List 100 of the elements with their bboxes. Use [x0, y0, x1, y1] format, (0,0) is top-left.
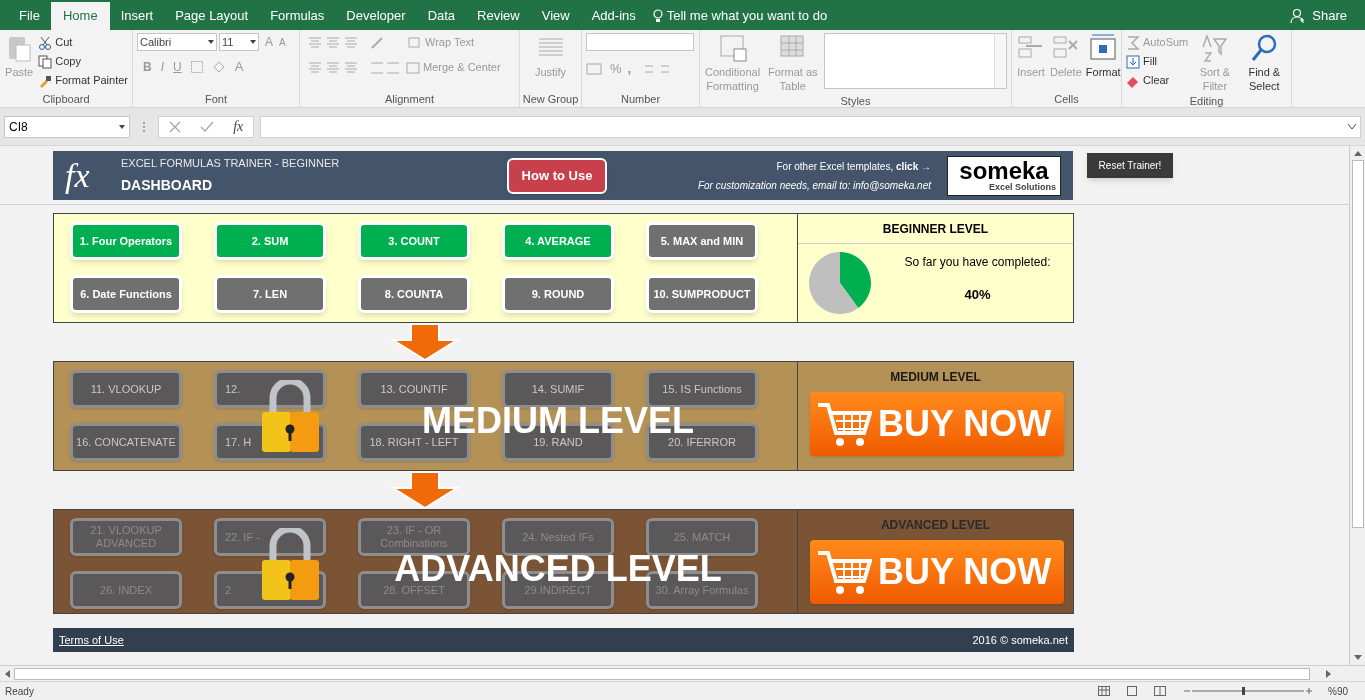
- lesson-button[interactable]: 14. SUMIF: [502, 370, 614, 408]
- zoom-slider-icon: [1182, 686, 1312, 696]
- lesson-button[interactable]: 16. CONCATENATE: [70, 423, 182, 461]
- menu-tab[interactable]: Developer: [335, 2, 417, 30]
- check-icon: [199, 120, 214, 133]
- menu-tab[interactable]: Review: [466, 2, 531, 30]
- lesson-button[interactable]: 11. VLOOKUP: [70, 370, 182, 408]
- underline-button[interactable]: U: [173, 57, 182, 76]
- reset-button[interactable]: Reset Trainer!: [1087, 153, 1173, 178]
- lesson-button[interactable]: 4. AVERAGE: [502, 222, 614, 260]
- styles-gallery[interactable]: [824, 33, 1007, 89]
- font-name-dropdown[interactable]: Calibri: [137, 33, 217, 51]
- ribbon-button[interactable]: Delete: [1050, 65, 1082, 79]
- share-button[interactable]: Share: [1312, 6, 1347, 26]
- ribbon-button[interactable]: Clear: [1143, 72, 1170, 89]
- menu-tab[interactable]: Formulas: [259, 2, 336, 30]
- lesson-button[interactable]: 6. Date Functions: [70, 275, 182, 313]
- menu-tab[interactable]: Data: [416, 2, 467, 30]
- ribbon-button[interactable]: Paste: [5, 65, 34, 79]
- percent-button[interactable]: %: [610, 59, 622, 79]
- group-label: New Group: [522, 91, 579, 107]
- scroll-right-icon: [1326, 669, 1332, 678]
- ribbon-button[interactable]: Fill: [1143, 53, 1158, 70]
- menu-tab[interactable]: Add-ins: [580, 2, 647, 30]
- level-title: ADVANCED LEVEL: [880, 517, 991, 534]
- lesson-button[interactable]: 7. LEN: [214, 275, 326, 313]
- buy-now-button[interactable]: BUY NOW: [810, 540, 1064, 604]
- ribbon-button[interactable]: Cut: [55, 34, 73, 51]
- scroll-thumb[interactable]: [1351, 160, 1364, 528]
- group-label: Alignment: [385, 91, 434, 107]
- brand-name: someka: [959, 159, 1049, 183]
- ribbon-button[interactable]: Wrap Text: [425, 34, 475, 51]
- lesson-button[interactable]: 5. MAX and MIN: [646, 222, 758, 260]
- terms-link[interactable]: Terms of Use: [59, 631, 124, 649]
- lesson-button[interactable]: 3. COUNT: [358, 222, 470, 260]
- align-right-icon: [344, 60, 358, 75]
- horizontal-scrollbar[interactable]: [0, 665, 1365, 681]
- name-box[interactable]: CI8: [4, 115, 130, 138]
- menu-tab[interactable]: File: [8, 2, 51, 30]
- page-break-icon: [1154, 686, 1166, 696]
- ribbon-button[interactable]: Conditional Formatting: [704, 65, 762, 93]
- lightbulb-icon: [652, 9, 663, 23]
- vertical-scrollbar[interactable]: [1349, 146, 1365, 665]
- brush-icon: [38, 73, 53, 88]
- menu-tab[interactable]: Home: [50, 2, 110, 30]
- normal-view-icon: [1098, 686, 1110, 696]
- italic-button[interactable]: I: [160, 57, 164, 76]
- lesson-button[interactable]: 10. SUMPRODUCT: [646, 275, 758, 313]
- ribbon-button[interactable]: Merge & Center: [423, 59, 501, 76]
- align-left-icon: [308, 60, 322, 75]
- ribbon-button[interactable]: Find & Select: [1241, 65, 1287, 93]
- how-to-use-button[interactable]: How to Use: [507, 157, 607, 194]
- buy-now-button[interactable]: BUY NOW: [810, 392, 1064, 456]
- logo-text: fx: [65, 158, 91, 193]
- ribbon-button[interactable]: Copy: [55, 53, 81, 70]
- scroll-left-icon: [4, 669, 10, 678]
- ribbon-button[interactable]: Sort & Filter: [1192, 65, 1238, 93]
- caret-icon: [250, 40, 256, 44]
- ribbon-button[interactable]: AutoSum: [1143, 34, 1189, 51]
- padlock-icon: [259, 380, 321, 453]
- sigma-icon: [1126, 35, 1140, 50]
- page-layout-icon: [1126, 686, 1138, 696]
- grow-font-button[interactable]: A: [265, 33, 273, 51]
- menu-tab[interactable]: Insert: [109, 2, 165, 30]
- number-format-dropdown[interactable]: [586, 33, 694, 51]
- sort-filter-icon: [1199, 33, 1230, 63]
- formula-input[interactable]: [260, 115, 1361, 138]
- progress-text: So far you have completed:: [904, 254, 1051, 272]
- lesson-button[interactable]: 2. SUM: [214, 222, 326, 260]
- shrink-font-button[interactable]: A: [279, 34, 286, 50]
- menu-tab[interactable]: Page Layout: [164, 2, 260, 30]
- ribbon-button[interactable]: Insert: [1017, 65, 1045, 79]
- font-color-button[interactable]: A: [234, 57, 244, 77]
- progress-percent: 40%: [964, 286, 991, 305]
- format-cells-icon: [1088, 33, 1119, 63]
- zoom-level[interactable]: %90: [1328, 683, 1348, 699]
- borders-icon: [190, 60, 203, 73]
- tell-me-field[interactable]: Tell me what you want to do: [666, 6, 828, 26]
- lesson-button[interactable]: 8. COUNTA: [358, 275, 470, 313]
- ribbon-button[interactable]: Justify: [534, 65, 567, 79]
- font-size-dropdown[interactable]: 11: [219, 33, 259, 51]
- menu-tab[interactable]: View: [530, 2, 581, 30]
- scroll-thumb[interactable]: [14, 667, 1310, 680]
- bold-button[interactable]: B: [143, 57, 152, 76]
- lesson-button[interactable]: 15. IS Functions: [646, 370, 758, 408]
- ribbon-button[interactable]: Format as Table: [765, 65, 821, 93]
- comma-button[interactable]: ,: [627, 59, 632, 79]
- scroll-bar[interactable]: [994, 34, 1006, 88]
- lesson-button[interactable]: 1. Four Operators: [70, 222, 182, 260]
- ribbon-button[interactable]: Format: [1085, 65, 1121, 79]
- insert-function-button[interactable]: fx: [233, 116, 244, 137]
- conditional-formatting-icon: [717, 33, 748, 63]
- lesson-button[interactable]: 13. COUNTIF: [358, 370, 470, 408]
- ribbon-button[interactable]: Format Painter: [55, 72, 128, 89]
- down-arrow-icon: [388, 323, 461, 361]
- scissors-icon: [38, 35, 53, 50]
- brand-tagline: Excel Solutions: [988, 183, 1057, 192]
- caret-icon: [1348, 124, 1356, 129]
- lesson-button[interactable]: 9. ROUND: [502, 275, 614, 313]
- copy-icon: [38, 54, 53, 69]
